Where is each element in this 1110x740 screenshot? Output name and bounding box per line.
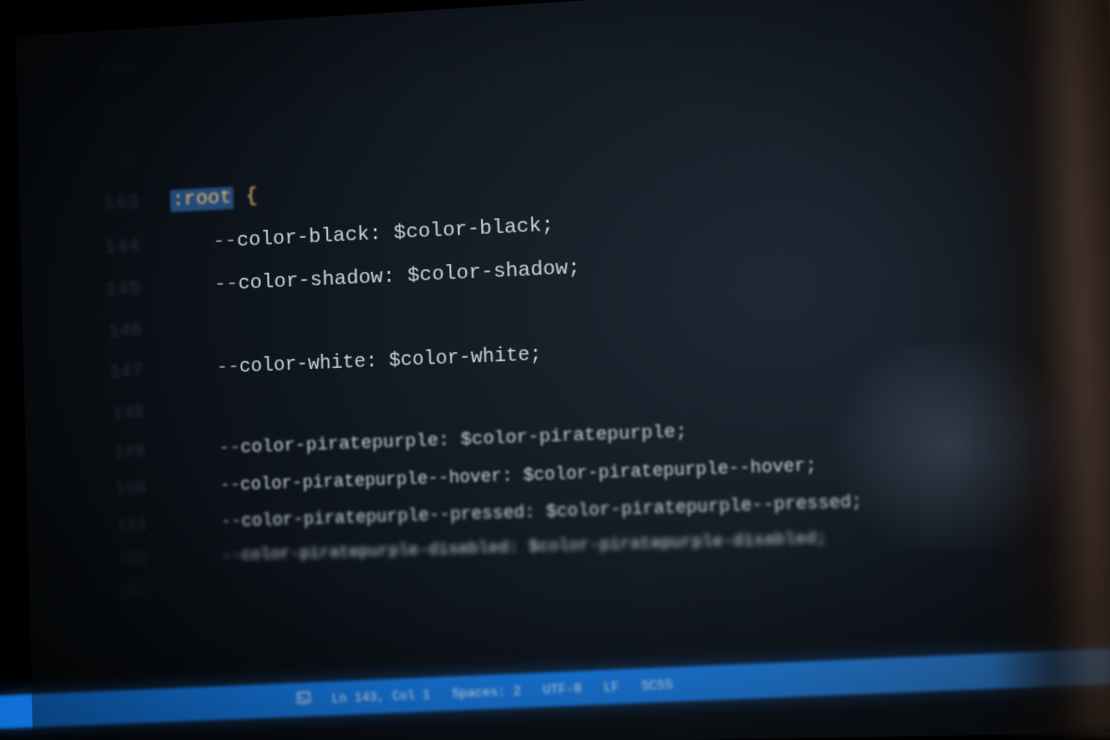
- status-cursor-position[interactable]: Ln 143, Col 1: [331, 687, 430, 706]
- scss-var: $color-black: [393, 215, 541, 245]
- scss-var: $color-piratepurple--pressed: [546, 493, 852, 523]
- line-number: 143: [19, 179, 171, 231]
- status-bar: Ln 143, Col 1 Spaces: 2 UTF-8 LF SCSS: [0, 644, 1110, 729]
- css-prop: color-piratepurple: [240, 429, 438, 458]
- terminal-icon[interactable]: [297, 691, 311, 707]
- status-encoding[interactable]: UTF-8: [542, 681, 582, 698]
- editor-screen: 140 141 142 143 :root { 144 --color-blac…: [15, 0, 1110, 740]
- css-prop: color-shadow: [238, 266, 384, 295]
- code-editor[interactable]: 140 141 142 143 :root { 144 --color-blac…: [15, 0, 1103, 610]
- status-eol[interactable]: LF: [603, 679, 619, 695]
- line-number: 149: [25, 430, 177, 474]
- css-prop: color-piratepurple--pressed: [241, 503, 525, 532]
- css-custom-prop-dash: --: [222, 547, 242, 566]
- css-prop: color-piratepurple--hover: [240, 467, 502, 496]
- css-custom-prop-dash: --: [213, 230, 238, 254]
- css-custom-prop-dash: --: [221, 512, 242, 532]
- line-number: 146: [22, 309, 174, 356]
- status-language-mode[interactable]: SCSS: [641, 677, 673, 694]
- line-number: 148: [24, 391, 176, 436]
- brace-open: {: [245, 185, 258, 208]
- css-custom-prop-dash: --: [214, 273, 239, 297]
- css-prop: color-black: [237, 224, 370, 253]
- line-number: 147: [23, 350, 175, 397]
- status-indentation[interactable]: Spaces: 2: [451, 683, 521, 701]
- css-selector: :root: [170, 187, 234, 213]
- code-content: :root {: [170, 175, 258, 224]
- line-number: 144: [20, 224, 172, 274]
- line-number: 145: [21, 267, 173, 317]
- css-custom-prop-dash: --: [219, 437, 241, 459]
- scss-var: $color-white: [389, 344, 531, 373]
- css-prop: color-white: [239, 351, 366, 379]
- line-number: 153: [29, 575, 182, 610]
- scss-var: $color-piratepurple-disabled: [528, 530, 816, 558]
- scss-var: $color-shadow: [407, 258, 568, 288]
- line-number: 150: [26, 469, 178, 511]
- scss-var: $color-piratepurple--hover: [523, 457, 806, 487]
- css-prop: color-piratepurple-disabled: [241, 539, 509, 566]
- scss-var: $color-piratepurple: [460, 421, 676, 451]
- line-number: 151: [27, 506, 180, 546]
- css-custom-prop-dash: --: [220, 476, 241, 496]
- css-custom-prop-dash: --: [216, 356, 239, 379]
- line-number: 152: [28, 542, 181, 580]
